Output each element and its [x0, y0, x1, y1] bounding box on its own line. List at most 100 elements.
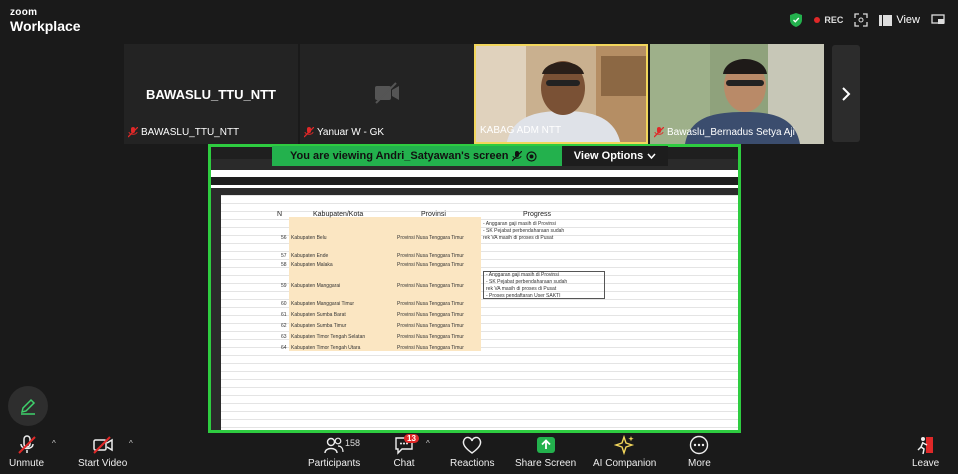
meeting-toolbar: Unmute ^ Start Video ^ Participants 158 …	[0, 433, 958, 474]
excel-formula-bar	[211, 177, 738, 185]
record-dot-icon	[814, 17, 821, 23]
cell-no[interactable]: 58	[281, 262, 287, 268]
video-off-icon	[375, 82, 399, 104]
cell-no[interactable]: 64	[281, 345, 287, 351]
chat-options-caret[interactable]: ^	[426, 439, 430, 448]
header-provinsi: Provinsi	[421, 211, 446, 218]
participant-tile[interactable]: Yanuar W - GK	[300, 44, 474, 144]
header-kabupaten: Kabupaten/Kota	[313, 211, 364, 218]
grid-view-icon	[879, 14, 893, 26]
shared-screen[interactable]: N Kabupaten/Kota Provinsi Progress 56 Kab…	[208, 144, 741, 433]
more-button[interactable]: More	[688, 435, 711, 469]
more-icon	[690, 435, 709, 455]
rec-label: REC	[824, 15, 844, 25]
cell-provinsi[interactable]: Provinsi Nusa Tenggara Timur	[397, 253, 464, 259]
share-screen-label: Share Screen	[515, 458, 577, 469]
note-line: - SK Pejabat perbendaharaan sudah	[483, 228, 565, 234]
reactions-button[interactable]: Reactions	[450, 435, 494, 469]
progress-note-2-cell[interactable]: - Anggaran gaji masih di Provinsi - SK P…	[483, 271, 605, 299]
participant-tile[interactable]: Bawaslu_Bernadus Setya Aji	[650, 44, 824, 144]
start-video-button[interactable]: Start Video	[78, 435, 127, 469]
view-label: View	[896, 14, 920, 26]
participant-strip: BAWASLU_TTU_NTT BAWASLU_TTU_NTT Yanuar W…	[124, 44, 860, 144]
cell-no[interactable]: 62	[281, 323, 287, 329]
cell-no[interactable]: 60	[281, 301, 287, 307]
zoom-meeting-window: zoom Workplace REC View BAWASLU_TTU_NTT …	[0, 0, 958, 474]
more-label: More	[688, 458, 711, 469]
mic-muted-icon	[654, 127, 664, 138]
cell-kabupaten[interactable]: Kabupaten Malaka	[291, 262, 333, 268]
note-line: - Proses pendaftaran User SAKTI	[486, 293, 561, 299]
cell-kabupaten[interactable]: Kabupaten Sumba Barat	[291, 312, 346, 318]
cell-kabupaten[interactable]: Kabupaten Ende	[291, 253, 328, 259]
zoom-logo: zoom Workplace	[10, 7, 81, 34]
progress-note-1: - Anggaran gaji masih di Provinsi - SK P…	[483, 221, 564, 242]
cell-provinsi[interactable]: Provinsi Nusa Tenggara Timur	[397, 334, 464, 340]
unmute-button[interactable]: Unmute	[9, 435, 44, 469]
cell-provinsi[interactable]: Provinsi Nusa Tenggara Timur	[397, 345, 464, 351]
mic-muted-icon	[128, 127, 138, 138]
participant-tile-active-speaker[interactable]: KABAG ADM NTT	[474, 44, 648, 144]
participant-name: BAWASLU_TTU_NTT	[141, 127, 240, 138]
view-button[interactable]: View	[879, 14, 920, 26]
participant-name-tag: Yanuar W - GK	[304, 127, 384, 138]
leave-icon	[917, 437, 933, 455]
participant-name: Bawaslu_Bernadus Setya Aji	[667, 127, 795, 138]
view-options-label: View Options	[573, 150, 644, 162]
cell-provinsi[interactable]: Provinsi Nusa Tenggara Timur	[397, 312, 464, 318]
cell-provinsi[interactable]: Provinsi Nusa Tenggara Timur	[397, 323, 464, 329]
cell-no[interactable]: 59	[281, 283, 287, 289]
cell-provinsi[interactable]: Provinsi Nusa Tenggara Timur	[397, 262, 464, 268]
participant-name-tag: KABAG ADM NTT	[480, 125, 561, 136]
cell-no[interactable]: 57	[281, 253, 287, 259]
cell-kabupaten[interactable]: Kabupaten Manggarai	[291, 283, 340, 289]
cell-provinsi[interactable]: Provinsi Nusa Tenggara Timur	[397, 301, 464, 307]
cell-kabupaten[interactable]: Kabupaten Belu	[291, 235, 327, 241]
start-video-label: Start Video	[78, 458, 128, 469]
cell-kabupaten[interactable]: Kabupaten Timor Tengah Selatan	[291, 334, 365, 340]
video-off-icon	[92, 436, 113, 454]
audio-options-caret[interactable]: ^	[52, 439, 56, 448]
note-line: - Anggaran gaji masih di Provinsi	[483, 221, 556, 227]
leave-button[interactable]: Leave	[912, 435, 939, 469]
mic-off-icon	[17, 435, 36, 454]
viewing-message: You are viewing Andri_Satyawan's screen	[290, 150, 509, 162]
cell-no[interactable]: 61	[281, 312, 287, 318]
cell-no[interactable]: 63	[281, 334, 287, 340]
cell-provinsi[interactable]: Provinsi Nusa Tenggara Timur	[397, 283, 464, 289]
cell-provinsi[interactable]: Provinsi Nusa Tenggara Timur	[397, 235, 464, 241]
note-line: - SK Pejabat perbendaharaan sudah	[486, 279, 568, 285]
view-options-dropdown[interactable]: View Options	[562, 146, 668, 166]
video-options-caret[interactable]: ^	[129, 439, 133, 448]
pen-icon	[20, 398, 36, 415]
ai-companion-button[interactable]: AI Companion	[593, 435, 656, 469]
participant-name-tag: Bawaslu_Bernadus Setya Aji	[654, 127, 795, 138]
participant-big-name: BAWASLU_TTU_NTT	[146, 87, 276, 102]
recording-indicator[interactable]: REC	[814, 15, 843, 25]
top-bar: zoom Workplace REC View	[0, 0, 958, 44]
chat-button[interactable]: 13 Chat	[393, 434, 419, 469]
cell-kabupaten[interactable]: Kabupaten Sumba Timur	[291, 323, 346, 329]
heart-icon	[462, 436, 482, 454]
note-line: rek VA masih di proses di Pusat	[486, 286, 557, 292]
chevron-right-icon	[842, 86, 851, 101]
cell-kabupaten[interactable]: Kabupaten Timor Tengah Utara	[291, 345, 360, 351]
reactions-label: Reactions	[450, 458, 495, 469]
cell-no[interactable]: 56	[281, 235, 287, 241]
share-screen-button[interactable]: Share Screen	[515, 435, 576, 469]
excel-row-headers	[211, 195, 221, 430]
participant-tile[interactable]: BAWASLU_TTU_NTT BAWASLU_TTU_NTT	[124, 44, 298, 144]
ai-companion-label: AI Companion	[593, 458, 657, 469]
cell-kabupaten[interactable]: Kabupaten Manggarai Timur	[291, 301, 354, 307]
logo-line1: zoom	[10, 7, 38, 18]
focus-mode-icon[interactable]	[853, 12, 869, 28]
fullscreen-icon[interactable]	[930, 12, 946, 28]
note-line: rek VA masih di proses di Pusat	[483, 235, 554, 241]
participants-icon	[324, 437, 344, 454]
annotate-pen-button[interactable]	[8, 386, 48, 426]
presenter-mic-muted-icon	[512, 150, 523, 161]
encryption-shield-icon[interactable]	[788, 12, 804, 28]
next-page-button[interactable]	[832, 45, 860, 142]
header-no: N	[277, 211, 283, 218]
presenter-camera-icon	[526, 150, 538, 162]
